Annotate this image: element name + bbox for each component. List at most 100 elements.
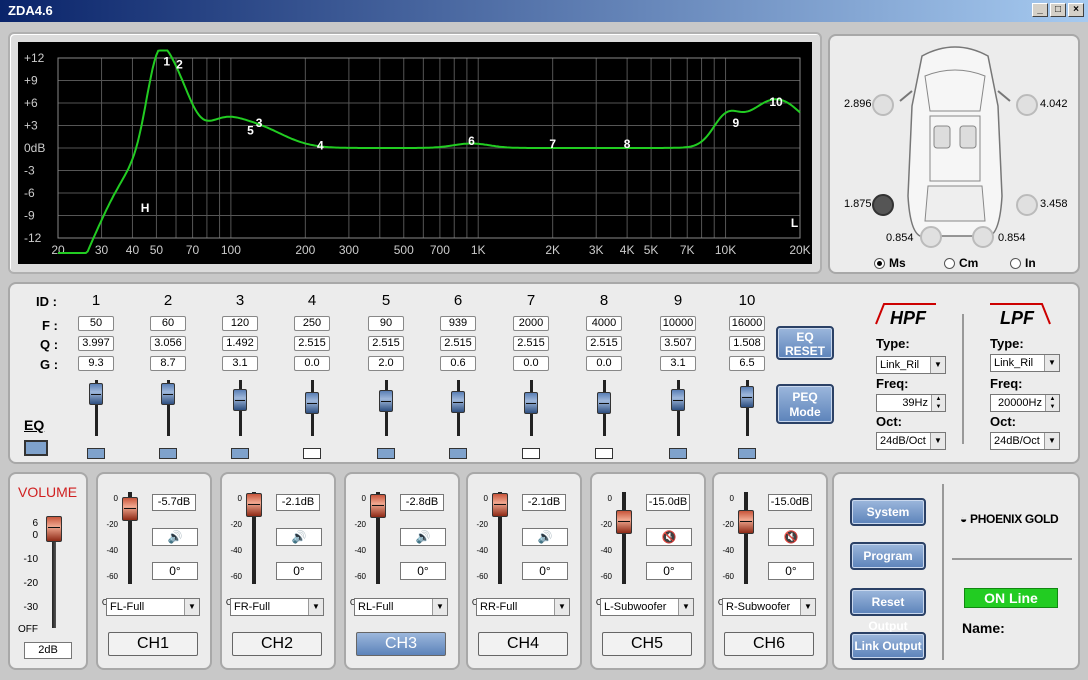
ch-phase-value[interactable]: 0° xyxy=(768,562,814,580)
band-q-input[interactable]: 3.507 xyxy=(660,336,696,351)
band-gain-input[interactable]: 9.3 xyxy=(78,356,114,371)
unit-ms-radio[interactable]: Ms xyxy=(874,256,906,270)
ch-select-button[interactable]: CH5 xyxy=(602,632,692,656)
ch-level-slider[interactable] xyxy=(246,492,262,517)
band-enable-toggle[interactable] xyxy=(595,448,613,459)
band-freq-input[interactable]: 250 xyxy=(294,316,330,331)
band-freq-input[interactable]: 939 xyxy=(440,316,476,331)
band-freq-input[interactable]: 50 xyxy=(78,316,114,331)
ch-level-value[interactable]: -2.8dB xyxy=(400,494,444,511)
ch-phase-value[interactable]: 0° xyxy=(276,562,322,580)
band-gain-slider[interactable] xyxy=(379,390,393,412)
band-enable-toggle[interactable] xyxy=(449,448,467,459)
volume-value[interactable]: 2dB xyxy=(24,642,72,659)
spk-rr-icon[interactable] xyxy=(1016,194,1038,216)
hpf-oct-select[interactable]: 24dB/Oct ▼ xyxy=(876,432,946,450)
ch-output-select[interactable]: RR-Full ▼ xyxy=(476,598,570,616)
speaker-on-icon[interactable]: 🔊 xyxy=(400,528,446,546)
band-freq-input[interactable]: 60 xyxy=(150,316,186,331)
speaker-muted-icon[interactable]: 🔇 xyxy=(768,528,814,546)
band-gain-slider[interactable] xyxy=(161,383,175,406)
close-button[interactable]: × xyxy=(1068,3,1084,17)
band-enable-toggle[interactable] xyxy=(231,448,249,459)
band-gain-slider[interactable] xyxy=(233,388,247,411)
program-button[interactable]: Program xyxy=(850,542,926,570)
minimize-button[interactable]: _ xyxy=(1032,3,1048,17)
band-enable-toggle[interactable] xyxy=(377,448,395,459)
hpf-freq-spinner[interactable]: 39Hz ▲ ▼ xyxy=(876,394,946,412)
band-freq-input[interactable]: 2000 xyxy=(513,316,549,331)
band-freq-input[interactable]: 10000 xyxy=(660,316,696,331)
volume-slider[interactable] xyxy=(46,516,62,542)
ch-select-button[interactable]: CH3 xyxy=(356,632,446,656)
band-gain-input[interactable]: 0.6 xyxy=(440,356,476,371)
eq-enable-toggle[interactable] xyxy=(24,440,48,456)
band-gain-input[interactable]: 3.1 xyxy=(222,356,258,371)
band-q-input[interactable]: 2.515 xyxy=(513,336,549,351)
lpf-oct-select[interactable]: 24dB/Oct ▼ xyxy=(990,432,1060,450)
band-freq-input[interactable]: 90 xyxy=(368,316,404,331)
ch-select-button[interactable]: CH6 xyxy=(724,632,814,656)
band-gain-slider[interactable] xyxy=(597,392,611,414)
band-gain-input[interactable]: 0.0 xyxy=(586,356,622,371)
band-gain-slider[interactable] xyxy=(305,392,319,414)
spk-fr-icon[interactable] xyxy=(1016,94,1038,116)
band-enable-toggle[interactable] xyxy=(303,448,321,459)
band-gain-slider[interactable] xyxy=(524,392,538,414)
band-q-input[interactable]: 3.056 xyxy=(150,336,186,351)
ch-output-select[interactable]: RL-Full ▼ xyxy=(354,598,448,616)
hpf-type-select[interactable]: Link_Ril ▼ xyxy=(876,356,946,374)
spk-fl-icon[interactable] xyxy=(872,94,894,116)
unit-cm-radio[interactable]: Cm xyxy=(944,256,978,270)
speaker-on-icon[interactable]: 🔊 xyxy=(522,528,568,546)
band-gain-slider[interactable] xyxy=(740,385,754,408)
band-enable-toggle[interactable] xyxy=(522,448,540,459)
lpf-freq-spinner[interactable]: 20000Hz ▲ ▼ xyxy=(990,394,1060,412)
band-q-input[interactable]: 1.492 xyxy=(222,336,258,351)
spk-sr-icon[interactable] xyxy=(972,226,994,248)
ch-level-slider[interactable] xyxy=(492,492,508,517)
unit-in-radio[interactable]: In xyxy=(1010,256,1036,270)
ch-level-value[interactable]: -2.1dB xyxy=(276,494,320,511)
eq-reset-button[interactable]: EQ RESET xyxy=(776,326,834,360)
band-freq-input[interactable]: 4000 xyxy=(586,316,622,331)
speaker-muted-icon[interactable]: 🔇 xyxy=(646,528,692,546)
band-q-input[interactable]: 2.515 xyxy=(368,336,404,351)
ch-level-slider[interactable] xyxy=(122,497,138,522)
band-q-input[interactable]: 2.515 xyxy=(294,336,330,351)
band-gain-slider[interactable] xyxy=(671,388,685,411)
system-button[interactable]: System xyxy=(850,498,926,526)
band-q-input[interactable]: 2.515 xyxy=(440,336,476,351)
speaker-on-icon[interactable]: 🔊 xyxy=(152,528,198,546)
spk-sl-icon[interactable] xyxy=(920,226,942,248)
link-output-button[interactable]: Link Output xyxy=(850,632,926,660)
band-q-input[interactable]: 2.515 xyxy=(586,336,622,351)
band-gain-slider[interactable] xyxy=(89,382,103,405)
ch-level-slider[interactable] xyxy=(738,509,754,534)
ch-phase-value[interactable]: 0° xyxy=(522,562,568,580)
ch-select-button[interactable]: CH1 xyxy=(108,632,198,656)
ch-level-value[interactable]: -15.0dB xyxy=(646,494,690,511)
eq-response-graph[interactable]: +12 +9 +6 +3 0dB -3 -6 -9 -12 20 30 40 50 70 100 200 300… xyxy=(18,42,812,264)
ch-level-slider[interactable] xyxy=(616,509,632,534)
ch-select-button[interactable]: CH2 xyxy=(232,632,322,656)
band-enable-toggle[interactable] xyxy=(669,448,687,459)
band-gain-input[interactable]: 8.7 xyxy=(150,356,186,371)
spk-rl-icon[interactable] xyxy=(872,194,894,216)
maximize-button[interactable]: □ xyxy=(1050,3,1066,17)
ch-output-select[interactable]: L-Subwoofer ▼ xyxy=(600,598,694,616)
band-freq-input[interactable]: 120 xyxy=(222,316,258,331)
ch-phase-value[interactable]: 0° xyxy=(646,562,692,580)
ch-select-button[interactable]: CH4 xyxy=(478,632,568,656)
band-gain-input[interactable]: 6.5 xyxy=(729,356,765,371)
band-q-input[interactable]: 1.508 xyxy=(729,336,765,351)
lpf-type-select[interactable]: Link_Ril ▼ xyxy=(990,354,1060,372)
reset-output-button[interactable]: Reset Output xyxy=(850,588,926,633)
band-enable-toggle[interactable] xyxy=(87,448,105,459)
peq-mode-button[interactable]: PEQ Mode xyxy=(776,384,834,424)
speaker-on-icon[interactable]: 🔊 xyxy=(276,528,322,546)
band-gain-input[interactable]: 0.0 xyxy=(294,356,330,371)
band-enable-toggle[interactable] xyxy=(159,448,177,459)
ch-phase-value[interactable]: 0° xyxy=(400,562,446,580)
band-gain-input[interactable]: 3.1 xyxy=(660,356,696,371)
